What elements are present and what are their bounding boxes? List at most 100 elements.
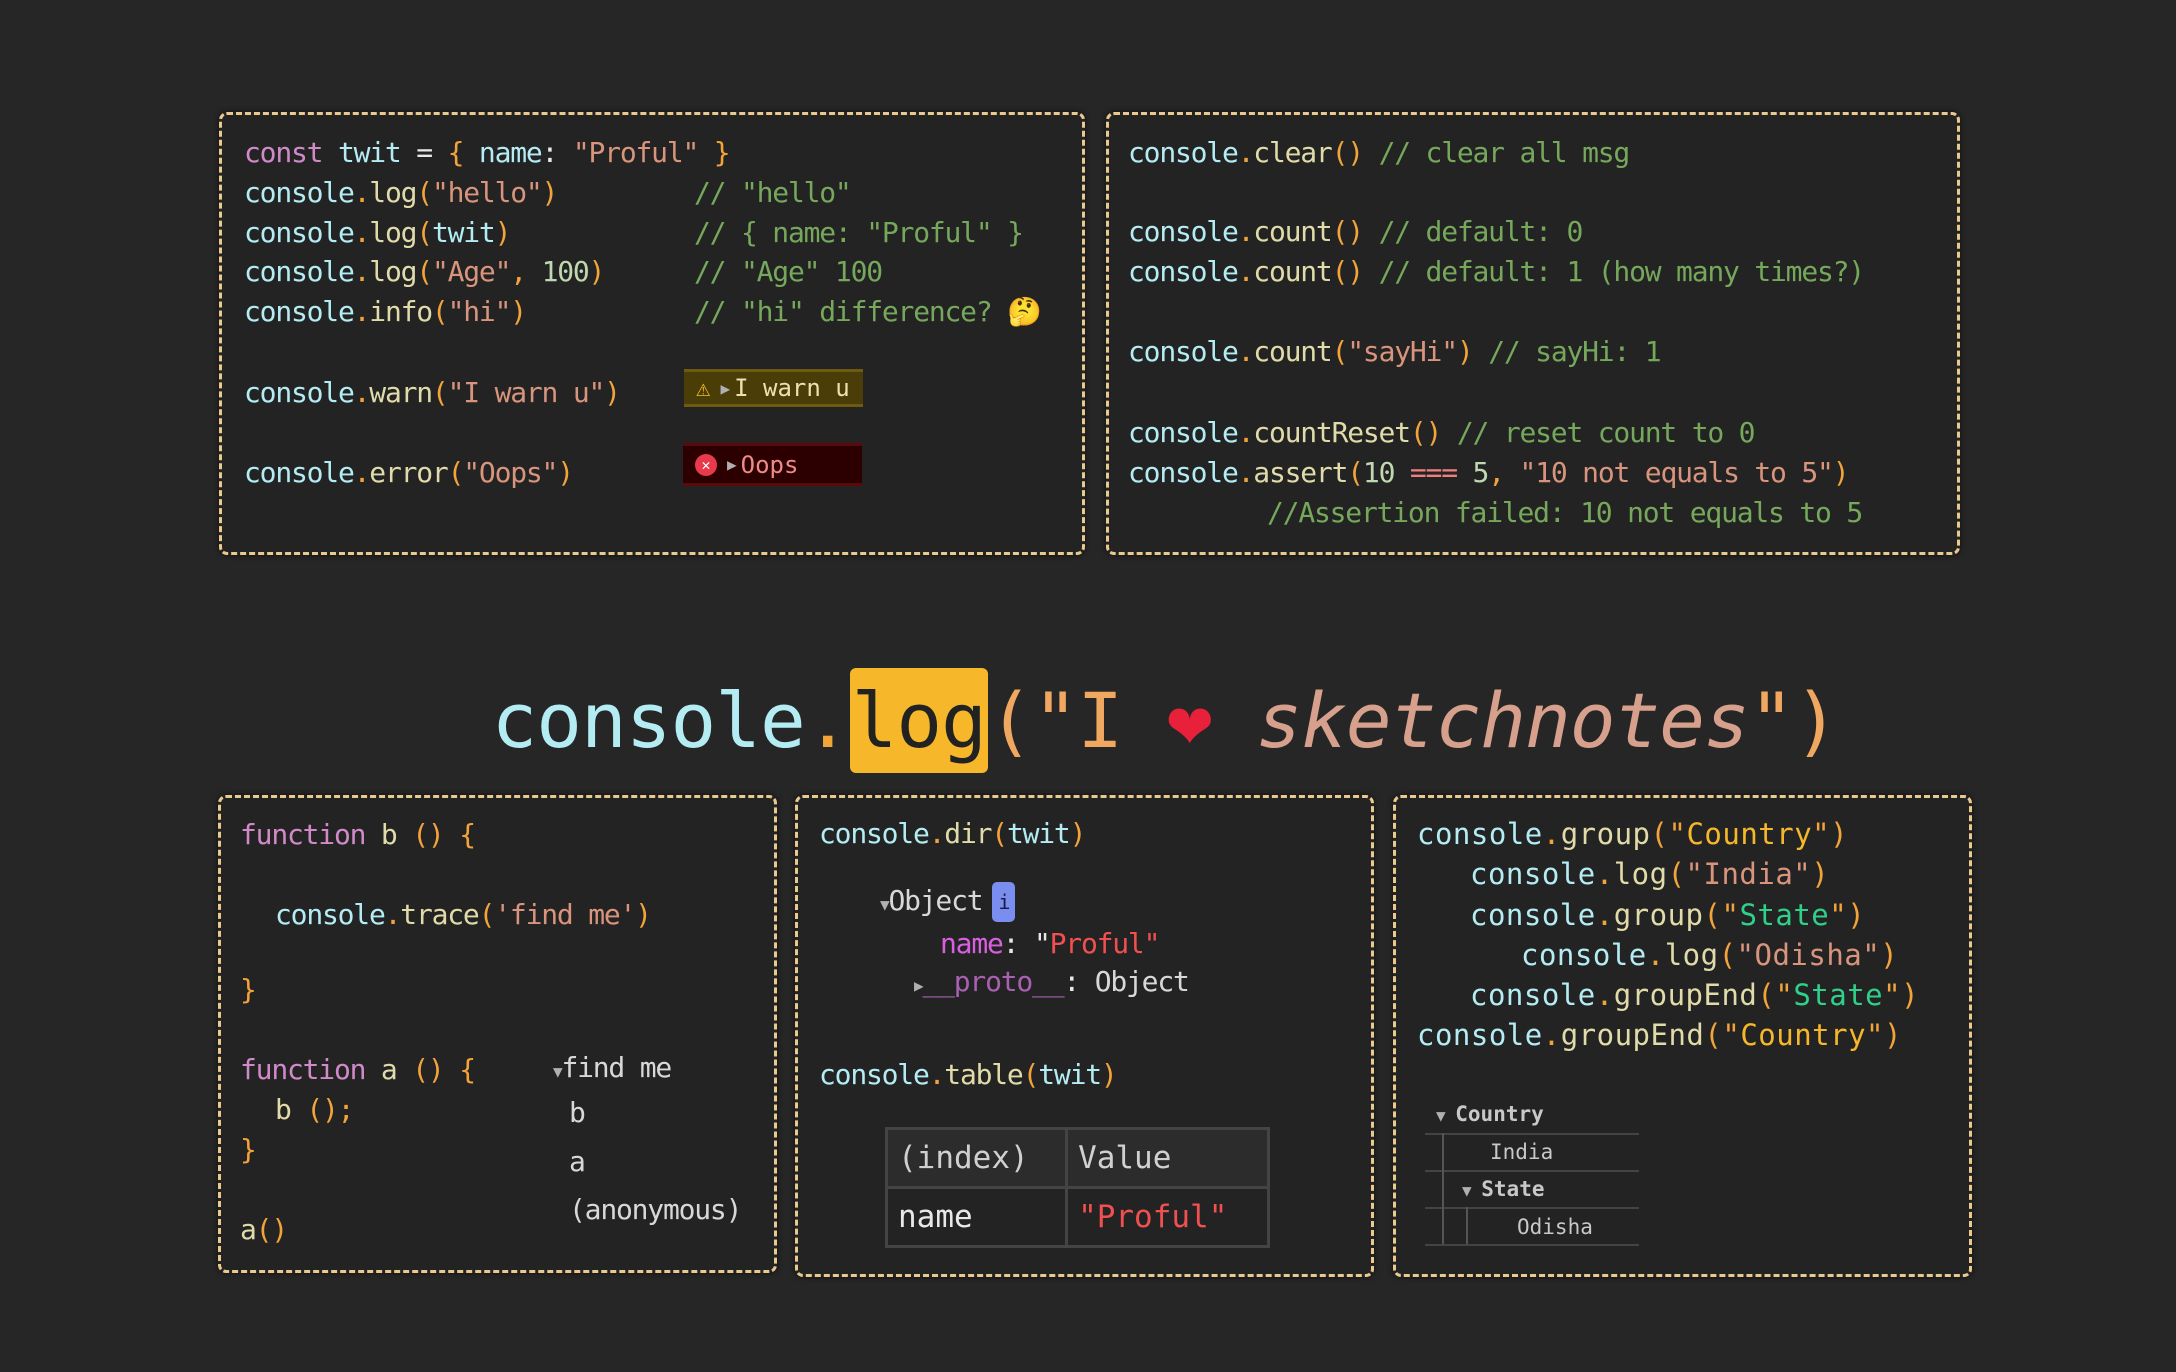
info-icon: i <box>992 882 1016 922</box>
code-token: . <box>1542 817 1561 851</box>
table-row: name "Proful" <box>884 1186 1270 1248</box>
code-token: ) <box>604 376 621 409</box>
code-token: info <box>369 295 433 328</box>
code-token: () <box>306 1093 339 1126</box>
code-token: . <box>1237 255 1255 288</box>
code-token: error <box>369 456 449 489</box>
code-token: ) <box>1880 938 1899 972</box>
code-token: . <box>1237 215 1255 248</box>
title-dot: . <box>804 676 851 765</box>
code-token: twit <box>431 216 496 249</box>
code-token: "hi" <box>447 295 512 328</box>
code-token: { <box>459 818 476 851</box>
code-line: console.log("Age", 100) <box>244 252 605 292</box>
code-comment: // "Age" 100 <box>694 255 883 288</box>
code-token: . <box>1595 857 1614 891</box>
code-token: 'find me' <box>494 898 636 931</box>
code-line: const twit = { name: "Proful" } <box>244 133 731 173</box>
trace-frame: (anonymous) <box>569 1193 742 1226</box>
code-token: . <box>1237 335 1255 368</box>
code-token: . <box>1595 898 1614 932</box>
code-token: "sayHi" <box>1347 335 1458 368</box>
code-token: { <box>447 136 479 169</box>
group-country: ▼ Country <box>1436 1102 1544 1126</box>
code-token: ( <box>1650 817 1669 851</box>
code-token: " <box>1812 817 1831 851</box>
code-token: console <box>819 1058 930 1091</box>
code-token: . <box>353 176 371 209</box>
code-token: groupEnd <box>1613 978 1758 1012</box>
code-token: count <box>1253 215 1333 248</box>
code-token: ( <box>1022 1058 1040 1091</box>
divider <box>1425 1207 1639 1209</box>
collapse-triangle-icon: ▼ <box>1436 1106 1456 1125</box>
code-token: warn <box>369 376 433 409</box>
code-token: ) <box>1901 978 1920 1012</box>
divider <box>1425 1244 1639 1246</box>
dir-object: ▼Object i <box>880 881 1016 925</box>
code-token: "10 not equals to 5" <box>1519 456 1834 489</box>
divider <box>1425 1133 1639 1135</box>
code-token: b <box>380 818 413 851</box>
code-token: State <box>1739 898 1830 932</box>
code-token: console <box>1128 416 1239 449</box>
code-line: console.warn("I warn u") <box>244 373 621 413</box>
code-token: console <box>275 898 386 931</box>
code-token: . <box>353 295 371 328</box>
code-token: . <box>1542 1018 1561 1052</box>
code-token: () <box>1331 136 1365 169</box>
error-icon: ✕ <box>695 453 717 476</box>
code-token: console <box>244 255 355 288</box>
code-token: . <box>353 376 371 409</box>
code-token: ( <box>431 376 449 409</box>
group-state: ▼ State <box>1462 1177 1545 1201</box>
console-table: (index) Value name "Proful" <box>884 1127 1270 1248</box>
code-token: ( <box>1667 857 1686 891</box>
table-cell: name <box>884 1186 1069 1248</box>
code-token: groupEnd <box>1560 1018 1705 1052</box>
dir-property: name: "Proful" <box>940 927 1160 960</box>
code-token: // reset count to 0 <box>1441 416 1756 449</box>
code-token: " <box>1866 1018 1884 1052</box>
code-token: dir <box>944 817 992 850</box>
code-line: } <box>240 1130 257 1170</box>
code-token: ( <box>447 456 465 489</box>
code-token: . <box>384 898 402 931</box>
code-token: twit <box>1006 817 1071 850</box>
code-token: group <box>1560 817 1651 851</box>
code-token: ) <box>1456 335 1474 368</box>
code-token: " <box>1775 978 1794 1012</box>
code-token: ) <box>1811 857 1830 891</box>
code-token: : <box>541 136 573 169</box>
code-token: console <box>244 295 355 328</box>
code-token: console <box>1128 255 1239 288</box>
code-line: console.groupEnd("Country") <box>1417 1015 1902 1055</box>
dir-proto: ▶__proto__: Object <box>914 965 1190 998</box>
page-title: console.log("I ❤ sketchnotes") <box>402 587 1840 773</box>
code-token: ( <box>1703 898 1722 932</box>
code-token: ( <box>1757 978 1776 1012</box>
code-line: console.error("Oops") <box>244 453 574 493</box>
code-line: console.trace('find me') <box>275 895 652 935</box>
code-token: ) <box>541 176 559 209</box>
group-subitem: Odisha <box>1517 1215 1593 1239</box>
code-token: console <box>1128 136 1239 169</box>
code-token: // default: 1 (how many times?) <box>1362 255 1866 288</box>
code-token: } <box>713 136 731 169</box>
code-token: () <box>1331 255 1365 288</box>
title-close: ") <box>1748 676 1840 765</box>
title-object: console <box>491 676 806 765</box>
code-token: . <box>1237 456 1255 489</box>
code-token: ( <box>1331 335 1349 368</box>
code-line: console.info("hi") <box>244 292 527 332</box>
code-token: () <box>412 818 460 851</box>
code-token: ) <box>1847 898 1866 932</box>
code-token: ) <box>557 456 574 489</box>
code-line: console.group("Country") <box>1417 814 1848 854</box>
code-token: 10 <box>1362 456 1410 489</box>
error-badge: ✕ ▶ Oops <box>683 443 862 486</box>
code-token: ( <box>416 216 433 249</box>
code-token: "Proful" <box>572 136 714 169</box>
code-token: { <box>459 1053 476 1086</box>
trace-frame: b <box>569 1096 586 1129</box>
